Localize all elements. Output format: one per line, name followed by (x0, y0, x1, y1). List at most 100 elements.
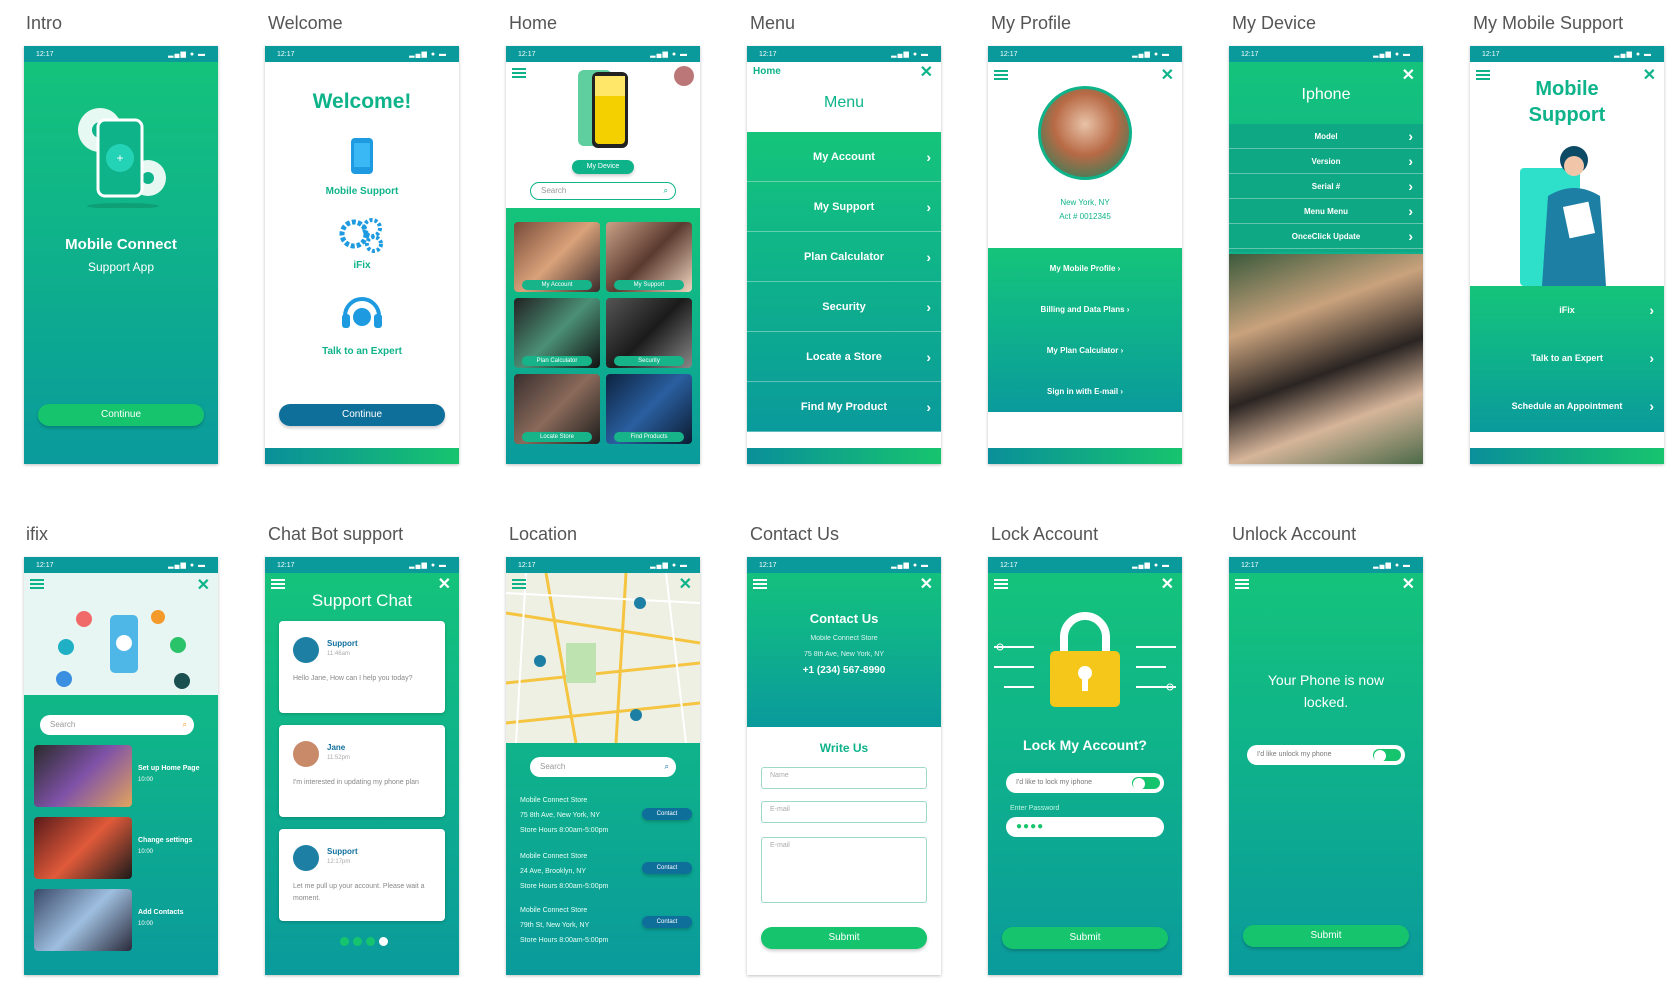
screen-label-menu: Menu (750, 13, 796, 33)
video-title[interactable]: Add Contacts (138, 909, 184, 916)
menu-item-locate-store[interactable]: Locate a Store › (747, 332, 941, 382)
device-item-version[interactable]: Version › (1229, 149, 1423, 174)
contact-button[interactable]: Contact (642, 808, 692, 820)
video-thumb[interactable] (34, 745, 132, 807)
app-subtitle: Support App (87, 260, 155, 274)
close-icon[interactable]: ✕ (1161, 68, 1174, 84)
screen-label-contact-us: Contact Us (750, 524, 840, 544)
continue-button[interactable]: Continue (279, 404, 445, 426)
avatar[interactable] (674, 66, 694, 86)
email-field[interactable]: E-mail (761, 801, 927, 823)
menu-item-find-product[interactable]: Find My Product › (747, 382, 941, 432)
support-agent-illustration (1520, 146, 1606, 286)
my-device-button[interactable]: My Device (572, 160, 634, 174)
support-item-talk-expert[interactable]: Talk to an Expert › (1470, 334, 1664, 382)
bottom-bar (988, 448, 1182, 464)
password-field[interactable]: ●●●● (1006, 817, 1164, 837)
support-item-ifix[interactable]: iFix › (1470, 286, 1664, 334)
search-input[interactable]: Search ⌕ (40, 715, 194, 735)
menu-icon[interactable] (753, 579, 767, 589)
store-phone[interactable]: +1 (234) 567-8990 (747, 665, 941, 676)
video-title[interactable]: Change settings (138, 837, 192, 844)
close-icon[interactable]: ✕ (679, 577, 692, 593)
status-bar: 12:17 ▂▄▆ ● ▬ (988, 46, 1182, 62)
home-link[interactable]: Home (753, 66, 781, 77)
home-screen: 12:17 ▂▄▆ ● ▬ My Device Search ⌕ My Accoun… (506, 46, 700, 464)
contact-title: Contact Us (809, 611, 879, 626)
menu-item-security[interactable]: Security › (747, 282, 941, 332)
contact-header: 12:17 ▂▄▆ ● ▬ ✕ Contact Us Mobile Connect… (747, 557, 941, 727)
write-us-title: Write Us (819, 741, 869, 755)
message-field[interactable]: E-mail (761, 837, 927, 903)
contact-button[interactable]: Contact (642, 916, 692, 928)
menu-icon[interactable] (994, 70, 1008, 80)
status-bar: 12:17 ▂▄▆ ● ▬ (1229, 557, 1423, 573)
video-title[interactable]: Set up Home Page (138, 765, 199, 772)
menu-item-my-account[interactable]: My Account › (747, 132, 941, 182)
device-title: Iphone (1301, 86, 1351, 103)
profile-item-mobile-profile[interactable]: My Mobile Profile › (988, 248, 1182, 289)
menu-icon[interactable] (994, 579, 1008, 589)
search-input[interactable]: Search ⌕ (530, 182, 676, 200)
lock-toggle[interactable]: I'd like to lock my iphone (1006, 773, 1164, 793)
video-thumb[interactable] (34, 817, 132, 879)
profile-item-sign-in[interactable]: Sign in with E-mail › (988, 371, 1182, 412)
support-menu: iFix › Talk to an Expert › Schedule an App… (1470, 286, 1664, 432)
profile-item-plan-calculator[interactable]: My Plan Calculator › (988, 330, 1182, 371)
talk-expert-link[interactable]: Talk to an Expert (265, 346, 459, 357)
screen-label-home: Home (509, 13, 558, 33)
tile-locate-store[interactable]: Locate Store (514, 374, 600, 444)
close-icon[interactable]: ✕ (197, 578, 210, 594)
submit-button[interactable]: Submit (1243, 925, 1409, 947)
menu-icon[interactable] (30, 579, 44, 589)
unlock-toggle[interactable]: I'd like unlock my phone (1247, 745, 1405, 765)
close-icon[interactable]: ✕ (1402, 68, 1415, 84)
contact-button[interactable]: Contact (642, 862, 692, 874)
close-icon[interactable]: ✕ (1402, 577, 1415, 593)
tile-my-account[interactable]: My Account (514, 222, 600, 292)
device-item-serial[interactable]: Serial # › (1229, 174, 1423, 199)
phone-apps-illustration (56, 610, 190, 689)
close-icon[interactable]: ✕ (920, 65, 933, 81)
device-item-update[interactable]: OnceClick Update › (1229, 224, 1423, 249)
design-board: Intro Welcome Home Menu My Profile My De… (0, 0, 1680, 1000)
support-item-schedule[interactable]: Schedule an Appointment › (1470, 382, 1664, 430)
map-view[interactable] (506, 573, 700, 743)
mobile-support-link[interactable]: Mobile Support (265, 186, 459, 197)
menu-icon[interactable] (512, 579, 526, 589)
submit-button[interactable]: Submit (1002, 927, 1168, 949)
name-field[interactable]: Name (761, 767, 927, 789)
profile-item-billing[interactable]: Billing and Data Plans › (988, 289, 1182, 330)
video-thumb[interactable] (34, 889, 132, 951)
close-icon[interactable]: ✕ (1161, 577, 1174, 593)
ifix-link[interactable]: iFix (265, 260, 459, 271)
video-time: 10:00 (138, 849, 154, 855)
search-input[interactable]: Search ⌕ (530, 757, 676, 777)
menu-icon[interactable] (512, 68, 526, 78)
tile-find-products[interactable]: Find Products (606, 374, 692, 444)
chat-message: Support 12:17pm Let me pull up your acco… (279, 829, 445, 921)
tile-security[interactable]: Security (606, 298, 692, 368)
chat-message: Support 11:46am Hello Jane, How can I he… (279, 621, 445, 713)
menu-item-my-support[interactable]: My Support › (747, 182, 941, 232)
continue-button[interactable]: Continue (38, 404, 204, 426)
screen-label-my-profile: My Profile (991, 13, 1072, 33)
status-bar: 12:17 ▂▄▆ ● ▬ (24, 557, 218, 573)
menu-icon[interactable] (271, 579, 285, 589)
menu-item-plan-calculator[interactable]: Plan Calculator › (747, 232, 941, 282)
close-icon[interactable]: ✕ (920, 577, 933, 593)
screen-label-location: Location (509, 524, 578, 544)
device-item-menu[interactable]: Menu Menu › (1229, 199, 1423, 224)
status-bar: 12:17 ▂▄▆ ● ▬ (1229, 46, 1423, 62)
submit-button[interactable]: Submit (761, 927, 927, 949)
store-name: Mobile Connect Store (810, 635, 878, 642)
welcome-title: Welcome! (312, 90, 412, 113)
tile-my-support[interactable]: My Support (606, 222, 692, 292)
menu-icon[interactable] (1235, 579, 1249, 589)
tile-plan-calculator[interactable]: Plan Calculator (514, 298, 600, 368)
device-item-model[interactable]: Model › (1229, 124, 1423, 149)
lock-screen: 12:17 ▂▄▆ ● ▬ ✕ Lock My Account? I'd like… (988, 557, 1182, 975)
contact-screen: 12:17 ▂▄▆ ● ▬ ✕ Contact Us Mobile Connect… (747, 557, 941, 975)
screen-label-unlock-account: Unlock Account (1232, 524, 1357, 544)
ifix-screen: 12:17 ▂▄▆ ● ▬ ✕ Search ⌕ Set up Home Page … (24, 557, 218, 975)
